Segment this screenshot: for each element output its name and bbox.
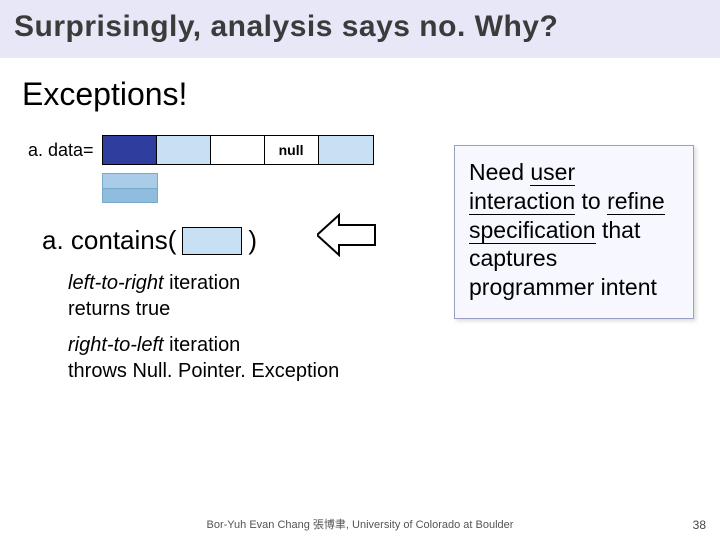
array-label: a. data= [28, 140, 94, 161]
footer-text: Bor-Yuh Evan Chang 張博聿, University of Co… [0, 516, 720, 532]
stacked-boxes [102, 173, 158, 203]
callout-box: Need user interaction to refine specific… [454, 145, 694, 319]
call-prefix: a. contains( [42, 225, 176, 256]
bullet-rtl: right-to-left iteration throws Null. Poi… [68, 332, 428, 384]
bullet-ltr-rest1: iteration [169, 272, 240, 294]
bullet-rtl-italic: right-to-left [68, 334, 169, 356]
subheading: Exceptions! [22, 76, 698, 113]
bullet-rtl-rest1: iteration [169, 334, 240, 356]
array-cell-2 [211, 136, 265, 164]
callout-text-1a: Need [469, 159, 530, 185]
bullet-list: left-to-right iteration returns true rig… [68, 270, 428, 384]
left-arrow-icon [317, 213, 377, 257]
callout-text-2a: to [575, 188, 607, 214]
array: null [102, 135, 374, 165]
page-number: 38 [693, 518, 706, 532]
bullet-rtl-rest2: throws Null. Pointer. Exception [68, 360, 339, 382]
array-cell-1 [157, 136, 211, 164]
array-cell-3: null [265, 136, 319, 164]
bullet-ltr: left-to-right iteration returns true [68, 270, 428, 322]
call-argument-box [182, 227, 242, 255]
array-cell-0 [103, 136, 157, 164]
bullet-ltr-italic: left-to-right [68, 272, 169, 294]
title-band: Surprisingly, analysis says no. Why? [0, 0, 720, 58]
array-cell-4 [319, 136, 373, 164]
bullet-ltr-rest2: returns true [68, 298, 170, 320]
call-suffix: ) [248, 225, 257, 256]
slide-title: Surprisingly, analysis says no. Why? [14, 10, 706, 44]
